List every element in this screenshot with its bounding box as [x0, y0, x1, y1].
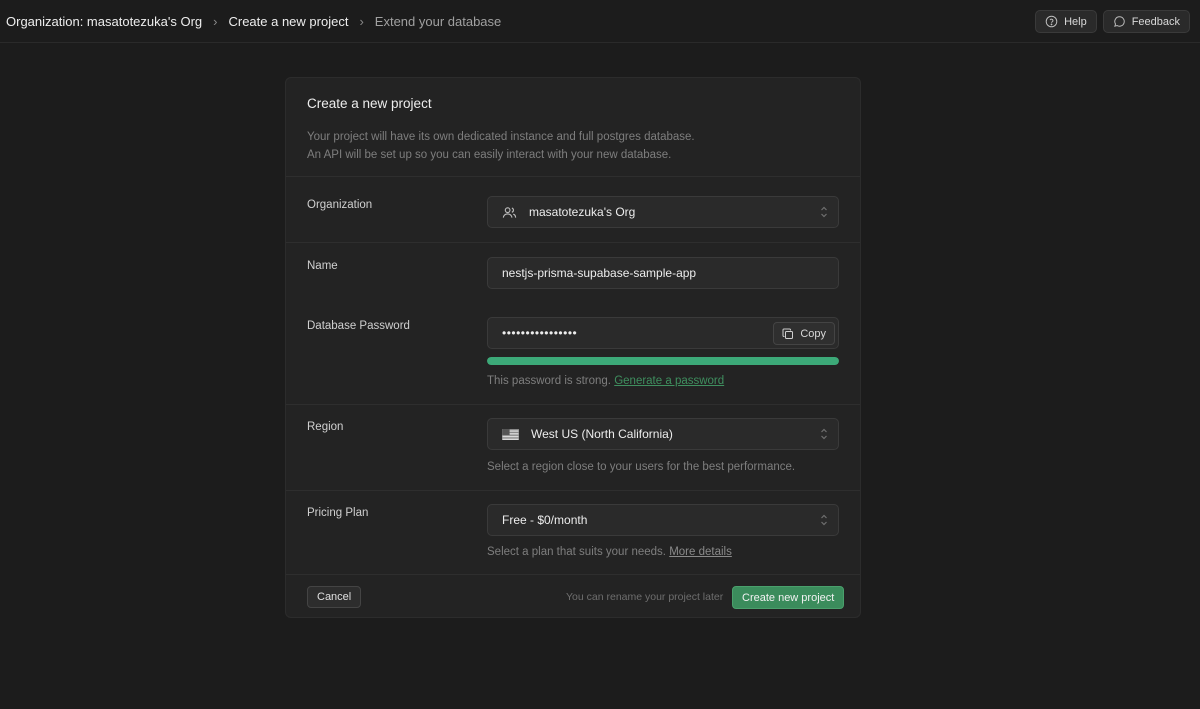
pricing-plan-select[interactable]: Free - $0/month [487, 504, 839, 536]
breadcrumb-create-project[interactable]: Create a new project [228, 14, 348, 29]
chevron-up-down-icon [821, 428, 827, 440]
generate-password-link[interactable]: Generate a password [614, 375, 724, 387]
us-flag-icon [502, 428, 519, 440]
password-value: •••••••••••••••• [502, 326, 578, 340]
chevron-right-icon: › [213, 13, 218, 29]
message-circle-icon [1113, 16, 1125, 27]
chevron-right-icon: › [359, 13, 364, 29]
password-input[interactable]: •••••••••••••••• Copy [487, 317, 839, 349]
pricing-plan-value: Free - $0/month [502, 513, 588, 527]
description-line-1: Your project will have its own dedicated… [307, 131, 695, 143]
password-strength-text: This password is strong. [487, 375, 611, 387]
divider [286, 176, 860, 177]
help-circle-icon [1045, 15, 1058, 28]
region-hint: Select a region close to your users for … [487, 461, 796, 473]
organization-select[interactable]: masatotezuka's Org [487, 196, 839, 228]
page-title: Create a new project [307, 96, 432, 111]
breadcrumb-organization[interactable]: Organization: masatotezuka's Org [6, 14, 202, 29]
password-strength-bar [487, 357, 839, 365]
chevron-up-down-icon [821, 206, 827, 218]
users-icon [502, 206, 517, 218]
password-hint: This password is strong. Generate a pass… [487, 375, 724, 387]
pricing-plan-hint-text: Select a plan that suits your needs. [487, 546, 666, 558]
create-project-card: Create a new project Your project will h… [285, 77, 861, 618]
help-label: Help [1064, 15, 1087, 28]
breadcrumb-extend-database: Extend your database [374, 13, 502, 29]
project-name-value: nestjs-prisma-supabase-sample-app [502, 266, 697, 280]
pricing-plan-hint: Select a plan that suits your needs. Mor… [487, 546, 732, 558]
divider [286, 574, 860, 575]
divider [286, 242, 860, 243]
copy-button[interactable]: Copy [773, 322, 835, 345]
project-name-input[interactable]: nestjs-prisma-supabase-sample-app [487, 257, 839, 289]
feedback-label: Feedback [1131, 15, 1180, 28]
password-label: Database Password [307, 320, 410, 332]
rename-note: You can rename your project later [566, 591, 724, 603]
breadcrumb: Organization: masatotezuka's Org › Creat… [0, 14, 501, 29]
password-strength-fill [487, 357, 839, 365]
divider [286, 490, 860, 491]
chevron-up-down-icon [821, 514, 827, 526]
organization-value: masatotezuka's Org [529, 205, 636, 219]
copy-icon [782, 328, 794, 339]
project-description: Your project will have its own dedicated… [307, 128, 695, 164]
feedback-button[interactable]: Feedback [1102, 10, 1190, 33]
top-bar: Organization: masatotezuka's Org › Creat… [0, 0, 1200, 43]
cancel-button[interactable]: Cancel [307, 586, 362, 608]
divider [286, 404, 860, 405]
name-label: Name [307, 260, 338, 272]
description-line-2: An API will be set up so you can easily … [307, 149, 672, 161]
copy-label: Copy [800, 327, 826, 340]
organization-label: Organization [307, 199, 373, 211]
region-value: West US (North California) [531, 427, 673, 441]
create-project-button[interactable]: Create new project [732, 586, 845, 609]
help-button[interactable]: Help [1035, 10, 1097, 33]
region-select[interactable]: West US (North California) [487, 418, 839, 450]
more-details-link[interactable]: More details [669, 546, 732, 558]
pricing-plan-label: Pricing Plan [307, 507, 369, 519]
region-label: Region [307, 421, 344, 433]
